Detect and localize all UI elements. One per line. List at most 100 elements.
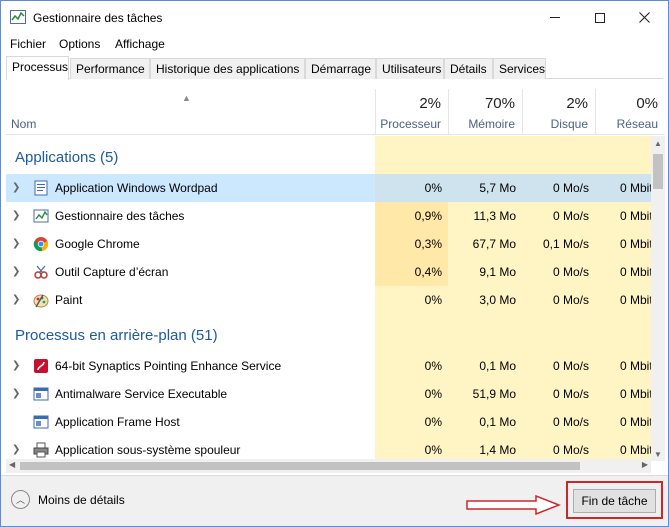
row-name-cell: ❯ Gestionnaire des tâches [6, 202, 375, 230]
column-net-header[interactable]: 0% Réseau [595, 89, 665, 135]
mem-label: Mémoire [468, 117, 515, 131]
chevron-right-icon[interactable]: ❯ [12, 388, 20, 399]
horizontal-scrollbar[interactable]: ◀ ▶ [6, 459, 651, 473]
tab-details[interactable]: Détails [444, 58, 493, 79]
column-mem-header[interactable]: 70% Mémoire [448, 89, 522, 135]
table-header: ▲ Nom 2% Processeur 70% Mémoire 2% Disqu… [6, 89, 665, 135]
paint-icon [33, 294, 49, 308]
snipping-tool-icon [34, 265, 48, 279]
less-details-button[interactable]: ︿ Moins de détails [11, 490, 125, 509]
disk-value: 0 Mo/s [552, 387, 589, 401]
chevron-right-icon[interactable]: ❯ [12, 294, 20, 305]
mem-value: 51,9 Mo [472, 387, 516, 401]
disk-value: 0 Mo/s [552, 265, 589, 279]
menu-options[interactable]: Options [59, 37, 100, 51]
process-name: Application sous-système spouleur [55, 443, 241, 457]
row-name-cell: ❯ 64-bit Synaptics Pointing Enhance Serv… [6, 352, 375, 380]
net-value: 0 Mbits [620, 209, 651, 223]
tab-demarrage[interactable]: Démarrage [305, 58, 376, 79]
chevron-right-icon[interactable]: ❯ [12, 266, 20, 277]
net-value: 0 Mbits [620, 443, 651, 457]
end-task-button[interactable]: Fin de tâche [573, 489, 656, 513]
column-cpu-header[interactable]: 2% Processeur [375, 89, 448, 135]
tab-performance[interactable]: Performance [70, 58, 150, 79]
scroll-left-icon[interactable]: ◀ [9, 460, 15, 469]
process-name: Application Windows Wordpad [55, 181, 218, 195]
menu-affichage[interactable]: Affichage [115, 37, 165, 51]
tab-historique[interactable]: Historique des applications [150, 58, 305, 79]
table-row[interactable]: ❯ Paint 0% 3,0 Mo 0 Mo/s 0 Mbits [6, 286, 651, 314]
footer-bar: ︿ Moins de détails Fin de tâche [1, 475, 668, 526]
process-name: Antimalware Service Executable [55, 387, 228, 401]
mem-value: 11,3 Mo [473, 209, 516, 223]
chevron-right-icon[interactable]: ❯ [12, 444, 20, 455]
row-name-cell: ❯ Outil Capture d’écran [6, 258, 375, 286]
process-rows: Applications (5) ❯ Application Windows W… [6, 136, 651, 461]
disk-value: 0 Mo/s [522, 174, 595, 202]
chrome-icon [33, 237, 49, 252]
disk-value: 0 Mo/s [552, 359, 589, 373]
table-row[interactable]: ❯ Application Windows Wordpad 0% 5,7 Mo … [6, 174, 651, 202]
cpu-total: 2% [419, 95, 441, 112]
row-name-cell: ❯ Application Windows Wordpad [6, 174, 375, 202]
tab-services[interactable]: Services [493, 58, 546, 79]
chevron-right-icon[interactable]: ❯ [12, 210, 20, 221]
process-name: Application Frame Host [55, 415, 180, 429]
menu-fichier[interactable]: Fichier [10, 37, 46, 51]
menu-bar: Fichier Options Affichage [1, 34, 668, 54]
net-value: 0 Mbits [620, 415, 651, 429]
mem-value: 5,7 Mo [448, 174, 522, 202]
process-name: Gestionnaire des tâches [55, 209, 185, 223]
chevron-right-icon[interactable]: ❯ [12, 238, 20, 249]
chevron-right-icon[interactable]: ❯ [12, 360, 20, 371]
mem-total: 70% [484, 95, 515, 112]
table-row[interactable]: ❯ Gestionnaire des tâches 0,9% 11,3 Mo 0… [6, 202, 651, 230]
process-name: 64-bit Synaptics Pointing Enhance Servic… [55, 359, 282, 373]
disk-total: 2% [566, 95, 588, 112]
table-row[interactable]: ❯ Antimalware Service Executable 0% 51,9… [6, 380, 651, 408]
table-row[interactable]: ❯ 64-bit Synaptics Pointing Enhance Serv… [6, 352, 651, 380]
scroll-up-icon[interactable]: ▲ [654, 139, 662, 148]
net-label: Réseau [616, 117, 658, 131]
maximize-icon [594, 12, 605, 23]
printer-icon [33, 442, 49, 458]
cpu-value: 0% [424, 293, 442, 307]
minimize-button[interactable] [532, 1, 577, 34]
mem-value: 1,4 Mo [479, 443, 516, 457]
horizontal-scroll-thumb[interactable] [20, 462, 580, 470]
close-button[interactable] [622, 1, 667, 34]
column-name-header[interactable]: Nom [11, 117, 36, 131]
cpu-value: 0% [424, 359, 442, 373]
cpu-value: 0,9% [375, 202, 448, 230]
table-row[interactable]: Application Frame Host 0% 0,1 Mo 0 Mo/s … [6, 408, 651, 436]
vertical-scrollbar[interactable]: ▲ ▼ [651, 136, 665, 461]
app-frame-icon [33, 415, 49, 429]
scroll-down-icon[interactable]: ▼ [654, 450, 662, 459]
maximize-button[interactable] [577, 1, 622, 34]
tab-processus[interactable]: Processus [6, 56, 69, 80]
disk-value: 0 Mo/s [552, 209, 589, 223]
row-name-cell: ❯ Antimalware Service Executable [6, 380, 375, 408]
cpu-value: 0% [424, 415, 442, 429]
chevron-right-icon[interactable]: ❯ [12, 182, 20, 193]
column-disk-header[interactable]: 2% Disque [522, 89, 595, 135]
tab-strip: Processus Performance Historique des app… [6, 56, 663, 80]
row-name-cell: Application Frame Host [6, 408, 375, 436]
less-details-label: Moins de détails [38, 492, 125, 507]
service-icon [33, 387, 49, 401]
row-name-cell: ❯ Google Chrome [6, 230, 375, 258]
table-row[interactable]: ❯ Outil Capture d’écran 0,4% 9,1 Mo 0 Mo… [6, 258, 651, 286]
task-manager-app-icon [10, 10, 26, 24]
scroll-right-icon[interactable]: ▶ [642, 460, 648, 469]
sort-up-icon: ▲ [182, 93, 191, 103]
disk-value: 0 Mo/s [552, 415, 589, 429]
chevron-up-icon: ︿ [11, 490, 30, 509]
process-table: ▲ Nom 2% Processeur 70% Mémoire 2% Disqu… [6, 89, 665, 461]
vertical-scroll-thumb[interactable] [653, 154, 663, 189]
process-name: Paint [55, 293, 83, 307]
table-row[interactable]: ❯ Application sous-système spouleur 0% 1… [6, 436, 651, 461]
table-row[interactable]: ❯ Google Chrome 0,3% 67,7 Mo 0,1 Mo/s 0 … [6, 230, 651, 258]
mem-value: 9,1 Mo [479, 265, 516, 279]
cpu-value: 0,4% [375, 258, 448, 286]
tab-utilisateurs[interactable]: Utilisateurs [376, 58, 444, 79]
